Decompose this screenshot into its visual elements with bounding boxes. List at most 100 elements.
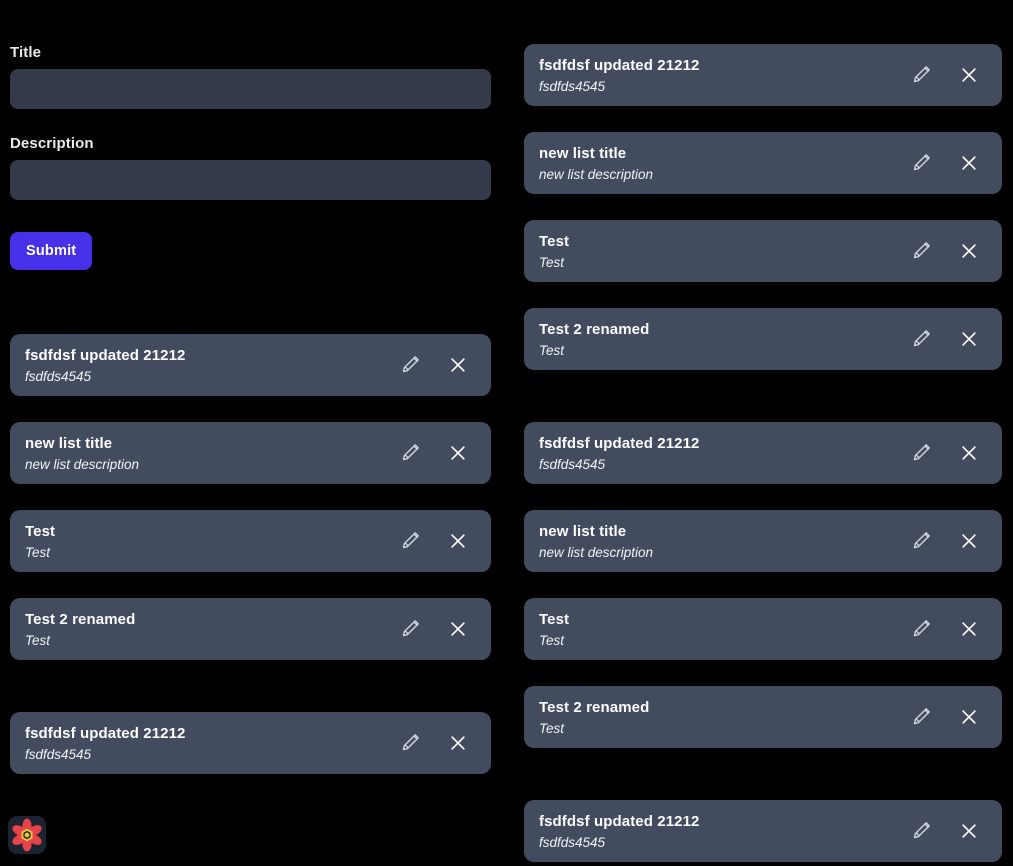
pencil-icon[interactable] [910, 530, 932, 552]
list-item-description: new list description [25, 456, 140, 472]
pencil-icon[interactable] [910, 64, 932, 86]
list-item[interactable]: fsdfdsf updated 21212 fsdfds4545 [524, 44, 1002, 106]
list-item-description: new list description [539, 544, 654, 560]
list-item-actions [399, 732, 477, 754]
list-item-text: Test 2 renamed Test [539, 321, 910, 358]
list-item[interactable]: new list title new list description [10, 422, 491, 484]
list-item-actions [910, 152, 988, 174]
create-list-form: Title Description Submit [10, 0, 491, 270]
close-x-icon[interactable] [958, 240, 980, 262]
close-x-icon[interactable] [958, 328, 980, 350]
list-item-actions [910, 530, 988, 552]
list-item-description: fsdfds4545 [539, 78, 606, 94]
right-list-bottom: fsdfdsf updated 21212 fsdfds4545 [524, 800, 1002, 862]
left-column: Title Description Submit fsdfdsf updated… [10, 0, 491, 774]
pencil-icon[interactable] [399, 530, 421, 552]
pencil-icon[interactable] [910, 820, 932, 842]
list-item-title: fsdfdsf updated 21212 [25, 724, 186, 742]
list-item-text: new list title new list description [25, 435, 399, 472]
list-item[interactable]: Test Test [524, 598, 1002, 660]
submit-button[interactable]: Submit [10, 232, 93, 270]
close-x-icon[interactable] [447, 618, 469, 640]
left-section-spacer-1 [10, 270, 491, 334]
close-x-icon[interactable] [958, 64, 980, 86]
pencil-icon[interactable] [399, 442, 421, 464]
pencil-icon[interactable] [910, 618, 932, 640]
list-item-description: Test [539, 632, 565, 648]
title-input[interactable] [10, 69, 491, 109]
close-x-icon[interactable] [447, 530, 469, 552]
list-item-description: fsdfds4545 [25, 746, 92, 762]
list-item[interactable]: fsdfdsf updated 21212 fsdfds4545 [524, 800, 1002, 862]
list-item-text: Test 2 renamed Test [539, 699, 910, 736]
right-section-spacer-1 [524, 370, 1002, 422]
list-item-title: Test [539, 232, 570, 250]
list-item[interactable]: Test Test [524, 220, 1002, 282]
pencil-icon[interactable] [399, 354, 421, 376]
list-item-title: new list title [539, 144, 627, 162]
list-item[interactable]: fsdfdsf updated 21212 fsdfds4545 [524, 422, 1002, 484]
pencil-icon[interactable] [399, 732, 421, 754]
list-item-text: fsdfdsf updated 21212 fsdfds4545 [539, 57, 910, 94]
list-item-actions [910, 442, 988, 464]
close-x-icon[interactable] [958, 618, 980, 640]
list-item-title: fsdfdsf updated 21212 [539, 812, 700, 830]
title-label: Title [10, 44, 42, 61]
list-item-title: fsdfdsf updated 21212 [539, 56, 700, 74]
left-list-middle: fsdfdsf updated 21212 fsdfds4545 new list … [10, 334, 491, 660]
close-x-icon[interactable] [958, 706, 980, 728]
app-root: Title Description Submit fsdfdsf updated… [0, 0, 1013, 866]
list-item-text: Test 2 renamed Test [25, 611, 399, 648]
close-x-icon[interactable] [447, 732, 469, 754]
list-item[interactable]: fsdfdsf updated 21212 fsdfds4545 [10, 334, 491, 396]
pencil-icon[interactable] [910, 442, 932, 464]
list-item-description: Test [539, 254, 565, 270]
list-item-text: Test Test [25, 523, 399, 560]
list-item[interactable]: Test Test [10, 510, 491, 572]
list-item-title: fsdfdsf updated 21212 [25, 346, 186, 364]
list-item-description: fsdfds4545 [539, 834, 606, 850]
list-item-title: Test [25, 522, 56, 540]
right-column: fsdfdsf updated 21212 fsdfds4545 new list … [524, 0, 1002, 862]
list-item[interactable]: fsdfdsf updated 21212 fsdfds4545 [10, 712, 491, 774]
list-item-text: fsdfdsf updated 21212 fsdfds4545 [25, 347, 399, 384]
list-item[interactable]: new list title new list description [524, 510, 1002, 572]
close-x-icon[interactable] [958, 442, 980, 464]
list-item-actions [399, 530, 477, 552]
description-input[interactable] [10, 160, 491, 200]
pencil-icon[interactable] [910, 706, 932, 728]
pencil-icon[interactable] [910, 328, 932, 350]
right-section-spacer-2 [524, 748, 1002, 800]
close-x-icon[interactable] [958, 530, 980, 552]
list-item-description: Test [539, 342, 565, 358]
list-item-text: Test Test [539, 611, 910, 648]
list-item-actions [910, 240, 988, 262]
list-item-text: fsdfdsf updated 21212 fsdfds4545 [25, 725, 399, 762]
pencil-icon[interactable] [399, 618, 421, 640]
list-item-title: Test [539, 610, 570, 628]
pencil-icon[interactable] [910, 152, 932, 174]
close-x-icon[interactable] [447, 442, 469, 464]
right-list-top: fsdfdsf updated 21212 fsdfds4545 new list … [524, 0, 1002, 370]
list-item-title: Test 2 renamed [539, 698, 650, 716]
close-x-icon[interactable] [447, 354, 469, 376]
close-x-icon[interactable] [958, 152, 980, 174]
list-item-text: fsdfdsf updated 21212 fsdfds4545 [539, 435, 910, 472]
list-item-actions [910, 820, 988, 842]
atom-flower-logo-icon [8, 816, 46, 854]
list-item-title: Test 2 renamed [25, 610, 136, 628]
list-item[interactable]: Test 2 renamed Test [524, 308, 1002, 370]
list-item[interactable]: new list title new list description [524, 132, 1002, 194]
list-item-description: fsdfds4545 [539, 456, 606, 472]
list-item[interactable]: Test 2 renamed Test [524, 686, 1002, 748]
list-item-description: new list description [539, 166, 654, 182]
list-item-title: new list title [25, 434, 113, 452]
list-item-actions [399, 354, 477, 376]
list-item-actions [399, 618, 477, 640]
list-item-text: new list title new list description [539, 145, 910, 182]
list-item-actions [910, 618, 988, 640]
close-x-icon[interactable] [958, 820, 980, 842]
right-list-middle: fsdfdsf updated 21212 fsdfds4545 new list … [524, 422, 1002, 748]
list-item[interactable]: Test 2 renamed Test [10, 598, 491, 660]
pencil-icon[interactable] [910, 240, 932, 262]
